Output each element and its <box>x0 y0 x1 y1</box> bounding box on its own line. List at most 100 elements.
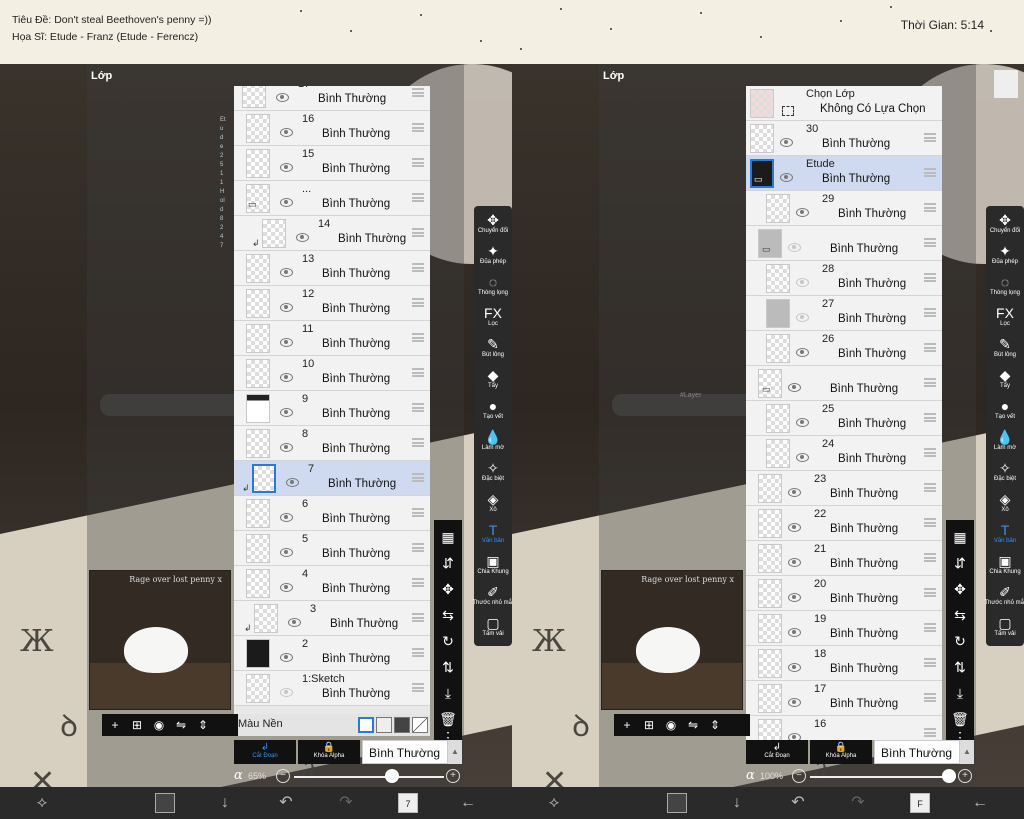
checker-icon[interactable]: ▦ <box>946 524 974 550</box>
layer-row[interactable]: 20 Bình Thường <box>746 576 942 611</box>
drag-handle-icon[interactable] <box>924 728 936 737</box>
layer-row[interactable]: 11 Bình Thường <box>234 321 430 356</box>
layer-row[interactable]: 7 Bình Thường ↲ <box>234 461 430 496</box>
tool-xô[interactable]: ◈ Xô <box>986 491 1024 513</box>
visibility-eye-icon[interactable] <box>280 583 293 592</box>
visibility-eye-icon[interactable] <box>280 513 293 522</box>
bg-checker-swatch[interactable] <box>376 717 392 733</box>
layer-row[interactable]: 13 Bình Thường <box>234 251 430 286</box>
layer-row[interactable]: 21 Bình Thường <box>746 541 942 576</box>
tool-đũa-phép[interactable]: ✦ Đũa phép <box>986 243 1024 265</box>
tool-thước-nhỏ-mắt[interactable]: ✐ Thước nhỏ mắt <box>984 584 1024 606</box>
blend-mode-select[interactable]: Bình Thường <box>362 740 448 764</box>
visibility-eye-icon[interactable] <box>788 523 801 532</box>
visibility-eye-icon[interactable] <box>796 278 809 287</box>
flip-preview-h-icon[interactable]: ⇋ <box>170 714 192 736</box>
alpha-lock-button[interactable]: 🔒 Khóa Alpha <box>298 740 360 764</box>
drag-handle-icon[interactable] <box>412 123 424 132</box>
layer-row[interactable]: 9 Bình Thường <box>234 391 430 426</box>
tool-thòng-lọng[interactable]: ◌ Thòng lọng <box>986 274 1024 296</box>
flip-horizontal-icon[interactable]: ⇆ <box>946 602 974 628</box>
visibility-eye-icon[interactable] <box>788 558 801 567</box>
layer-row[interactable]: 27 Bình Thường <box>746 296 942 331</box>
drag-handle-icon[interactable] <box>412 508 424 517</box>
drag-handle-icon[interactable] <box>924 693 936 702</box>
layer-row[interactable]: 12 Bình Thường <box>234 286 430 321</box>
tool-lọc[interactable]: FX Lọc <box>986 305 1024 327</box>
drag-handle-icon[interactable] <box>924 378 936 387</box>
layer-list[interactable]: Chọn Lớp Không Có Lựa Chọn 30 Bình Thường ▭ E… <box>746 86 942 740</box>
drag-handle-icon[interactable] <box>924 203 936 212</box>
tool-chuyển-đổi[interactable]: ✥ Chuyển đổi <box>986 212 1024 234</box>
flip-preview-v-icon[interactable]: ⇕ <box>192 714 214 736</box>
tool-tẩy[interactable]: ◆ Tẩy <box>474 367 512 389</box>
visibility-eye-icon[interactable] <box>280 303 293 312</box>
drag-handle-icon[interactable] <box>924 483 936 492</box>
visibility-eye-icon[interactable] <box>788 243 801 252</box>
visibility-eye-icon[interactable] <box>280 443 293 452</box>
visibility-eye-icon[interactable] <box>796 313 809 322</box>
merge-down-icon[interactable]: ⤓ <box>946 680 974 706</box>
blend-caret-icon[interactable]: ▲ <box>448 740 462 764</box>
page-badge[interactable]: 7 <box>398 793 418 813</box>
drag-handle-icon[interactable] <box>412 648 424 657</box>
merge-down-icon[interactable]: ⤓ <box>434 680 462 706</box>
add-layer-icon[interactable]: + <box>616 714 638 736</box>
visibility-eye-icon[interactable] <box>796 453 809 462</box>
blend-mode-select[interactable]: Bình Thường <box>874 740 960 764</box>
drag-handle-icon[interactable] <box>924 343 936 352</box>
layer-row[interactable]: 17Bình Thường <box>746 681 942 716</box>
visibility-eye-icon[interactable] <box>280 548 293 557</box>
visibility-eye-icon[interactable] <box>796 348 809 357</box>
bg-white-swatch[interactable] <box>358 717 374 733</box>
back-arrow-icon[interactable]: ← <box>458 793 478 813</box>
opacity-plus-button[interactable]: + <box>446 769 460 783</box>
visibility-eye-icon[interactable] <box>796 208 809 217</box>
bg-none-swatch[interactable] <box>412 717 428 733</box>
add-copy-icon[interactable]: ⊞ <box>638 714 660 736</box>
drag-handle-icon[interactable] <box>924 658 936 667</box>
add-copy-icon[interactable]: ⊞ <box>126 714 148 736</box>
tool-làm-mờ[interactable]: 💧 Làm mờ <box>474 429 512 451</box>
layer-row[interactable]: 23 Bình Thường <box>746 471 942 506</box>
redo-icon[interactable]: ↷ <box>336 793 356 813</box>
drag-handle-icon[interactable] <box>924 273 936 282</box>
drag-handle-icon[interactable] <box>412 613 424 622</box>
opacity-minus-button[interactable]: − <box>276 769 290 783</box>
drag-handle-icon[interactable] <box>412 193 424 202</box>
visibility-eye-icon[interactable] <box>788 383 801 392</box>
rotate-icon[interactable]: ↻ <box>946 628 974 654</box>
drag-handle-icon[interactable] <box>924 238 936 247</box>
page-badge[interactable]: F <box>910 793 930 813</box>
tool-làm-mờ[interactable]: 💧 Làm mờ <box>986 429 1024 451</box>
layer-row[interactable]: 2 Bình Thường <box>234 636 430 671</box>
undo-icon[interactable]: ↶ <box>788 793 808 813</box>
visibility-eye-icon[interactable] <box>788 488 801 497</box>
layer-row[interactable]: 6 Bình Thường <box>234 496 430 531</box>
tool-bút-lông[interactable]: ✎ Bút lông <box>474 336 512 358</box>
drag-handle-icon[interactable] <box>924 623 936 632</box>
layer-row[interactable]: 10 Bình Thường <box>234 356 430 391</box>
flip-preview-v-icon[interactable]: ⇕ <box>704 714 726 736</box>
opacity-minus-button[interactable]: − <box>792 769 806 783</box>
redo-icon[interactable]: ↷ <box>848 793 868 813</box>
drag-handle-icon[interactable] <box>412 578 424 587</box>
drag-handle-icon[interactable] <box>412 333 424 342</box>
tool-bút-lông[interactable]: ✎ Bút lông <box>986 336 1024 358</box>
layer-row[interactable]: ▭ Bình Thường <box>746 226 942 261</box>
flip-vertical-icon[interactable]: ⇅ <box>946 654 974 680</box>
layer-row[interactable]: 25 Bình Thường <box>746 401 942 436</box>
back-arrow-icon[interactable]: ← <box>970 793 990 813</box>
drag-handle-icon[interactable] <box>412 368 424 377</box>
layer-row[interactable]: ▭ Etude Bình Thường <box>746 156 942 191</box>
visibility-eye-icon[interactable] <box>280 128 293 137</box>
layer-row[interactable]: 30 Bình Thường <box>746 121 942 156</box>
visibility-eye-icon[interactable] <box>288 618 301 627</box>
visibility-eye-icon[interactable] <box>280 163 293 172</box>
drag-handle-icon[interactable] <box>412 438 424 447</box>
opacity-slider-knob[interactable] <box>942 769 956 783</box>
tool-văn-bản[interactable]: T Văn bản <box>986 522 1024 544</box>
move-icon[interactable]: ✥ <box>946 576 974 602</box>
visibility-eye-icon[interactable] <box>280 688 293 697</box>
opacity-slider-knob[interactable] <box>384 769 399 783</box>
